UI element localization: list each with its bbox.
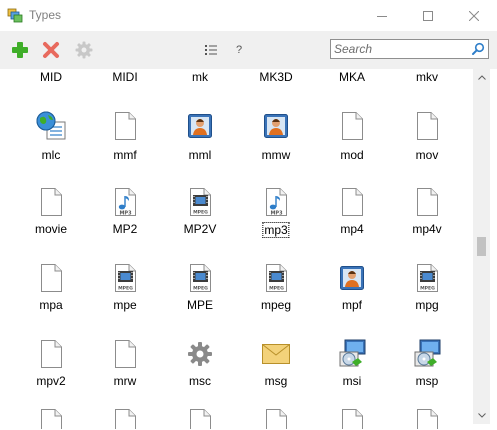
- file-type-label: msg: [264, 374, 288, 388]
- minimize-button[interactable]: [359, 0, 405, 31]
- window-title: Types: [29, 8, 62, 22]
- delete-x-icon: [43, 42, 59, 58]
- svg-text:MPEG: MPEG: [269, 286, 284, 292]
- window-frame: [490, 69, 497, 430]
- person-icon: [336, 262, 368, 294]
- blank-icon: [336, 407, 368, 429]
- file-type-label: mod: [340, 148, 364, 162]
- vertical-scrollbar[interactable]: [473, 69, 490, 424]
- svg-text:MPEG: MPEG: [193, 210, 208, 216]
- file-type-label: msc: [189, 374, 211, 388]
- help-label: ?: [235, 44, 243, 56]
- mpeg-icon: MPEG: [184, 262, 216, 294]
- file-type-label: mk: [192, 70, 208, 84]
- chevron-down-icon: [477, 413, 486, 418]
- file-type-label: mpeg: [260, 298, 292, 312]
- blank-icon: [411, 186, 443, 218]
- file-type-label: MK3D: [259, 70, 293, 84]
- blank-icon: [260, 407, 292, 429]
- gear-icon: [184, 338, 216, 370]
- file-type-label: mpg: [415, 298, 439, 312]
- blank-icon: [35, 338, 67, 370]
- scroll-up-button[interactable]: [473, 69, 490, 86]
- file-type-label: mlc: [41, 148, 61, 162]
- blank-icon: [35, 407, 67, 429]
- help-button[interactable]: ?: [229, 40, 249, 60]
- maximize-button[interactable]: [405, 0, 451, 31]
- search-box: [330, 39, 489, 59]
- blank-icon: [411, 407, 443, 429]
- file-type-label: mml: [188, 148, 212, 162]
- file-type-label: mov: [415, 148, 439, 162]
- file-type-label: MIDI: [112, 70, 138, 84]
- installer-icon: [336, 338, 368, 370]
- search-input[interactable]: [334, 41, 464, 57]
- close-icon: [469, 10, 479, 21]
- close-button[interactable]: [451, 0, 497, 31]
- blank-icon: [336, 110, 368, 142]
- file-type-label: MPE: [186, 298, 213, 312]
- svg-text:MP3: MP3: [119, 210, 132, 216]
- file-type-label: mpf: [341, 298, 362, 312]
- settings-button[interactable]: [74, 40, 94, 60]
- globe-settings-icon: [35, 110, 67, 142]
- file-type-label: mmw: [261, 148, 291, 162]
- blank-icon: [35, 262, 67, 294]
- file-type-label: MP2: [112, 222, 138, 236]
- title-bar: Types: [0, 0, 497, 31]
- view-list-button[interactable]: [201, 40, 221, 60]
- blank-icon: [109, 110, 141, 142]
- mp3-icon: MP3: [109, 186, 141, 218]
- blank-icon: [336, 186, 368, 218]
- file-type-label: mp4v: [412, 222, 442, 236]
- blank-icon: [109, 338, 141, 370]
- file-type-label: mrw: [113, 374, 137, 388]
- toolbar: ?: [0, 31, 497, 69]
- svg-text:MP3: MP3: [270, 210, 283, 216]
- file-type-label: mpe: [113, 298, 137, 312]
- svg-text:MPEG: MPEG: [193, 286, 208, 292]
- file-type-label: mmf: [113, 148, 137, 162]
- search-icon[interactable]: [471, 42, 485, 56]
- file-type-label: MP2V: [183, 222, 217, 236]
- scroll-down-button[interactable]: [473, 407, 490, 424]
- file-type-label: mkv: [416, 70, 438, 84]
- mp3-icon: MP3: [260, 186, 292, 218]
- file-type-label: mp3: [262, 222, 290, 238]
- file-type-label: msp: [415, 374, 439, 388]
- gear-icon: [75, 41, 93, 59]
- blank-icon: [411, 110, 443, 142]
- scroll-thumb[interactable]: [477, 237, 486, 256]
- app-icon: [7, 8, 23, 23]
- maximize-icon: [423, 10, 433, 21]
- file-types-grid: MID MIDI mk MK3D MKA mkv mlc mmf mml mmw mod mov mov…: [1, 69, 473, 429]
- mpeg-icon: MPEG: [411, 262, 443, 294]
- envelope-icon: [260, 338, 292, 370]
- svg-text:MPEG: MPEG: [420, 286, 435, 292]
- delete-button[interactable]: [41, 40, 61, 60]
- file-type-label: mp4: [340, 222, 364, 236]
- chevron-up-icon: [477, 75, 486, 80]
- file-type-label: mpv2: [36, 374, 66, 388]
- minimize-icon: [377, 15, 387, 17]
- blank-icon: [184, 407, 216, 429]
- installer-icon: [411, 338, 443, 370]
- file-type-label: mpa: [39, 298, 63, 312]
- person-icon: [260, 110, 292, 142]
- file-type-label: movie: [34, 222, 67, 236]
- mpeg-icon: MPEG: [109, 262, 141, 294]
- mpeg-icon: MPEG: [184, 186, 216, 218]
- file-type-label: MKA: [338, 70, 365, 84]
- plus-icon: [12, 42, 28, 58]
- person-icon: [184, 110, 216, 142]
- file-type-label: MID: [40, 70, 62, 84]
- mpeg-icon: MPEG: [260, 262, 292, 294]
- file-type-label: msi: [342, 374, 362, 388]
- add-button[interactable]: [10, 40, 30, 60]
- blank-icon: [35, 186, 67, 218]
- blank-icon: [109, 407, 141, 429]
- svg-text:MPEG: MPEG: [118, 286, 133, 292]
- list-icon: [205, 45, 217, 55]
